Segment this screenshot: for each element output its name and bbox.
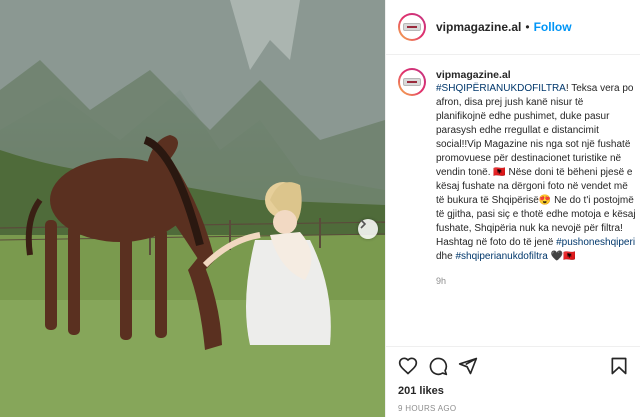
photo-scene — [0, 0, 385, 417]
caption-time: 9h — [436, 276, 447, 286]
caption-area: vipmagazine.al #SHQIPËRIANUKDOFILTRA! Te… — [386, 56, 640, 346]
bookmark-icon[interactable] — [609, 356, 629, 376]
hashtag-link[interactable]: #pushoneshqiperi — [556, 237, 635, 248]
avatar[interactable] — [398, 13, 426, 41]
heart-icon[interactable] — [398, 356, 418, 376]
caption-text: #SHQIPËRIANUKDOFILTRA! Teksa vera po afr… — [436, 83, 636, 262]
brand-logo — [403, 23, 421, 31]
carousel-next-button[interactable] — [358, 219, 378, 239]
post-actions: 201 likes 9 HOURS AGO — [386, 346, 640, 417]
comment-icon[interactable] — [428, 356, 448, 376]
likes-count[interactable]: 201 likes — [398, 385, 629, 397]
header-username[interactable]: vipmagazine.al — [436, 20, 521, 34]
caption-avatar[interactable] — [398, 68, 426, 96]
chevron-right-icon — [360, 219, 367, 229]
post-sidebar: vipmagazine.al • Follow vipmagazine.al #… — [385, 0, 640, 417]
separator-dot: • — [525, 20, 530, 34]
post-timestamp: 9 HOURS AGO — [398, 404, 457, 413]
hashtag-link[interactable]: #SHQIPËRIANUKDOFILTRA — [436, 83, 566, 94]
brand-logo — [403, 78, 421, 86]
post-header: vipmagazine.al • Follow — [386, 0, 640, 55]
post-photo[interactable] — [0, 0, 385, 417]
share-icon[interactable] — [458, 356, 478, 376]
hashtag-link[interactable]: #shqiperianukdofiltra — [455, 251, 547, 262]
caption-body: vipmagazine.al #SHQIPËRIANUKDOFILTRA! Te… — [436, 68, 636, 346]
caption-username[interactable]: vipmagazine.al — [436, 68, 636, 82]
follow-button[interactable]: Follow — [534, 20, 572, 34]
